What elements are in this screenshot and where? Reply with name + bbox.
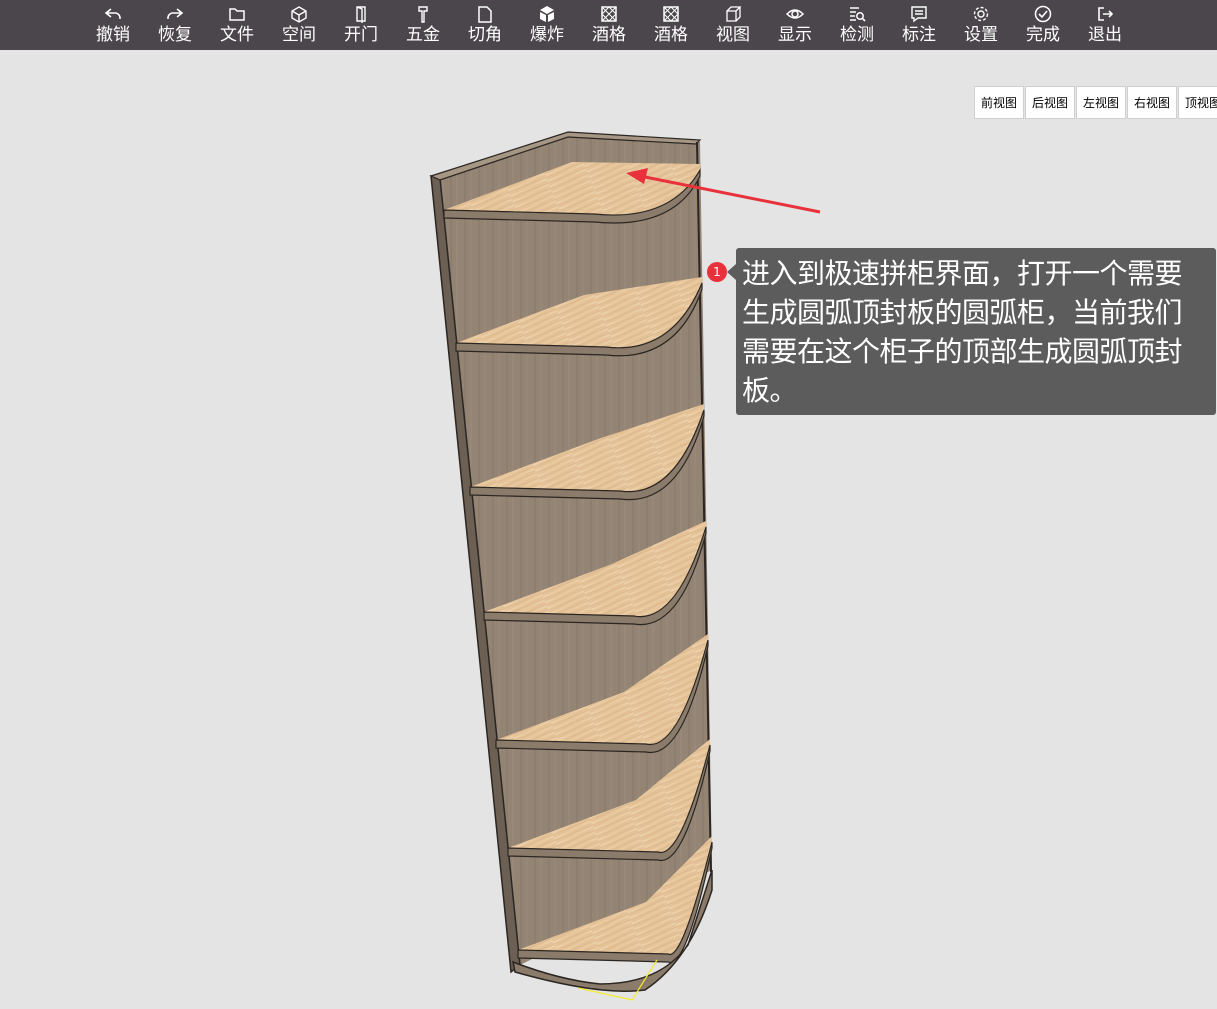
callout-line: 需要在这个柜子的顶部生成圆弧顶封 — [742, 335, 1183, 368]
toolbar-label: 文件 — [220, 25, 254, 45]
toolbar-button-1[interactable]: 恢复 — [144, 0, 206, 50]
toolbar-label: 撤销 — [96, 25, 130, 45]
inspect-icon — [850, 7, 866, 22]
toolbar-button-4[interactable]: 开门 — [330, 0, 392, 50]
toolbar-button-14[interactable]: 设置 — [950, 0, 1012, 50]
explode-icon — [540, 6, 554, 22]
exit-icon — [1098, 7, 1114, 21]
step-badge: 1 — [707, 262, 727, 282]
redo-icon — [167, 8, 184, 19]
callout-line: 进入到极速拼柜界面，打开一个需要 — [742, 257, 1183, 290]
toolbar-label: 视图 — [716, 25, 750, 45]
cube-icon — [291, 6, 307, 23]
toolbar-label: 切角 — [468, 25, 502, 45]
toolbar-label: 爆炸 — [530, 25, 564, 45]
toolbar-label: 恢复 — [158, 25, 192, 45]
gear-icon — [973, 6, 989, 22]
toolbar-label: 显示 — [778, 25, 812, 45]
eye-icon — [785, 9, 805, 19]
annotation-icon — [911, 6, 927, 23]
toolbar-label: 空间 — [282, 25, 316, 45]
toolbar-label: 设置 — [964, 25, 998, 45]
folder-icon — [229, 8, 245, 21]
toolbar-button-2[interactable]: 文件 — [206, 0, 268, 50]
toolbar-label: 酒格 — [592, 25, 626, 45]
toolbar-button-8[interactable]: 酒格 — [578, 0, 640, 50]
callout-line: 板。 — [742, 374, 798, 407]
toolbar-button-13[interactable]: 标注 — [888, 0, 950, 50]
toolbar-label: 五金 — [406, 25, 440, 45]
toolbar-button-12[interactable]: 检测 — [826, 0, 888, 50]
view-cube-icon — [726, 6, 742, 22]
hardware-icon — [418, 6, 428, 23]
tutorial-callout: 进入到极速拼柜界面，打开一个需要 生成圆弧顶封板的圆弧柜，当前我们 需要在这个柜子的… — [727, 248, 1216, 415]
toolbar-label: 检测 — [840, 25, 874, 45]
cut-corner-icon — [478, 6, 492, 23]
toolbar-button-16[interactable]: 退出 — [1074, 0, 1136, 50]
main-toolbar: 撤销 恢复 文件 空间 开门 五金 切角 爆炸 酒格 酒格 视图 显示 检测 标注 设置 完成 退出 — [0, 0, 1217, 50]
toolbar-button-6[interactable]: 切角 — [454, 0, 516, 50]
check-circle-icon — [1034, 5, 1052, 23]
toolbar-button-5[interactable]: 五金 — [392, 0, 454, 50]
undo-icon — [104, 8, 121, 19]
toolbar-button-7[interactable]: 爆炸 — [516, 0, 578, 50]
door-icon — [356, 6, 366, 23]
3d-viewport[interactable] — [0, 50, 1217, 1009]
toolbar-label: 酒格 — [654, 25, 688, 45]
toolbar-label: 开门 — [344, 25, 378, 45]
toolbar-button-11[interactable]: 显示 — [764, 0, 826, 50]
callout-line: 生成圆弧顶封板的圆弧柜，当前我们 — [742, 296, 1183, 329]
selection-guide — [577, 959, 658, 1001]
toolbar-button-15[interactable]: 完成 — [1012, 0, 1074, 50]
wine-grid-icon — [601, 6, 617, 22]
toolbar-label: 退出 — [1088, 25, 1122, 45]
wine-grid-icon — [663, 6, 679, 22]
toolbar-button-9[interactable]: 酒格 — [640, 0, 702, 50]
toolbar-button-0[interactable]: 撤销 — [82, 0, 144, 50]
toolbar-button-3[interactable]: 空间 — [268, 0, 330, 50]
arc-cabinet-model[interactable] — [429, 131, 713, 1001]
toolbar-label: 标注 — [902, 25, 936, 45]
toolbar-button-10[interactable]: 视图 — [702, 0, 764, 50]
toolbar-label: 完成 — [1026, 25, 1060, 45]
